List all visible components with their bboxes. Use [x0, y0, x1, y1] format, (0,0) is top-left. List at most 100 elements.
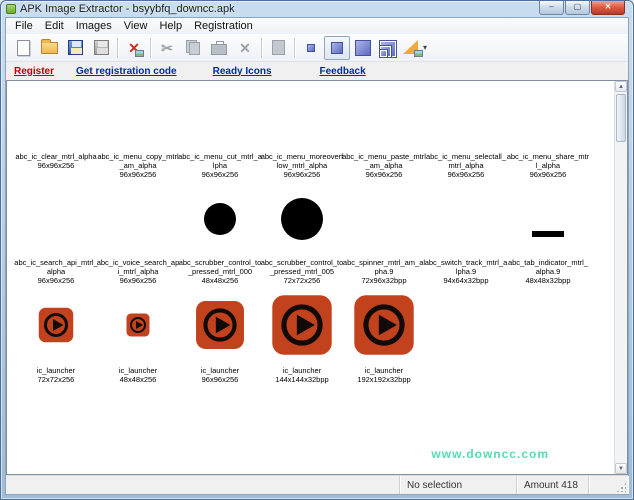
image-item[interactable]: abc_ic_voice_search_api_mtrl_alpha96x96x… — [98, 187, 178, 285]
ruler-settings-button[interactable]: ▾ — [402, 36, 428, 60]
copy-button[interactable] — [180, 36, 206, 60]
title-bar[interactable]: APK Image Extractor - bsyybfq_downcc.apk… — [1, 1, 633, 17]
thumbnail-circle-small — [180, 187, 260, 251]
size-large-button[interactable] — [350, 36, 376, 60]
black-circle-thumbnail — [204, 203, 236, 235]
close-button[interactable]: ✕ — [591, 1, 625, 15]
image-item[interactable]: abc_ic_menu_cut_mtrl_alpha96x96x256 — [180, 97, 260, 179]
image-item[interactable]: ic_launcher72x72x256 — [16, 291, 96, 384]
image-size: 94x64x32bpp — [424, 276, 508, 285]
image-name: abc_spinner_mtrl_am_alpha.9 — [342, 258, 426, 276]
scrollbar-track[interactable] — [615, 92, 627, 463]
scissors-icon: ✂ — [161, 41, 173, 55]
image-item[interactable]: abc_ic_menu_paste_mtrl_am_alpha96x96x256 — [344, 97, 424, 179]
image-size: 96x96x256 — [96, 170, 180, 179]
menu-images[interactable]: Images — [70, 19, 118, 33]
toolbar-separator — [150, 38, 151, 58]
image-name: abc_ic_clear_mtrl_alpha — [14, 152, 98, 161]
thumbnail-blank — [508, 97, 588, 145]
size-all-button[interactable] — [376, 36, 402, 60]
open-file-button[interactable] — [36, 36, 62, 60]
thumbnail-launcher — [16, 291, 96, 359]
image-size: 72x72x256 — [14, 375, 98, 384]
resize-grip[interactable] — [616, 482, 626, 492]
app-icon — [6, 4, 16, 14]
image-item[interactable]: abc_ic_clear_mtrl_alpha96x96x256 — [16, 97, 96, 179]
delete-x-icon: ✕ — [239, 41, 251, 55]
image-item[interactable]: abc_ic_menu_share_mtrl_alpha96x96x256 — [508, 97, 588, 179]
dropdown-arrow-icon[interactable]: ▾ — [423, 43, 427, 52]
image-item[interactable]: abc_ic_search_api_mtrl_alpha96x96x256 — [16, 187, 96, 285]
vertical-scrollbar[interactable]: ▲ ▼ — [614, 81, 627, 474]
stacked-squares-icon — [380, 39, 398, 57]
app-window: APK Image Extractor - bsyybfq_downcc.apk… — [0, 0, 634, 500]
menu-view[interactable]: View — [118, 19, 154, 33]
minimize-button[interactable]: – — [539, 1, 564, 15]
large-square-icon — [355, 40, 371, 56]
thumbnail-blank — [180, 97, 260, 145]
image-size: 96x96x256 — [260, 170, 344, 179]
export-button[interactable] — [265, 36, 291, 60]
thumbnail-blank — [98, 187, 178, 251]
image-size: 96x96x256 — [14, 161, 98, 170]
image-item[interactable]: abc_ic_menu_copy_mtrl_am_alpha96x96x256 — [98, 97, 178, 179]
size-medium-button[interactable] — [324, 36, 350, 60]
image-item[interactable]: abc_ic_menu_selectall_mtrl_alpha96x96x25… — [426, 97, 506, 179]
launcher-play-icon — [195, 300, 245, 350]
thumbnail-blank — [98, 97, 178, 145]
menu-edit[interactable]: Edit — [39, 19, 70, 33]
menu-registration[interactable]: Registration — [188, 19, 259, 33]
thumbnail-blank — [426, 187, 506, 251]
thumbnail-blank — [344, 187, 424, 251]
save-button[interactable] — [62, 36, 88, 60]
image-name: ic_launcher — [14, 366, 98, 375]
save-all-button[interactable] — [88, 36, 114, 60]
image-list-panel: abc_ic_clear_mtrl_alpha96x96x256 abc_ic_… — [6, 80, 628, 475]
image-name: abc_ic_menu_selectall_mtrl_alpha — [424, 152, 508, 170]
image-item[interactable]: abc_ic_menu_moreoverflow_mtrl_alpha96x96… — [262, 97, 342, 179]
window-title: APK Image Extractor - bsyybfq_downcc.apk — [20, 3, 235, 15]
cut-button[interactable]: ✂ — [154, 36, 180, 60]
image-item[interactable]: ic_launcher192x192x32bpp — [344, 291, 424, 384]
image-name: abc_switch_track_mtrl_alpha.9 — [424, 258, 508, 276]
new-file-button[interactable] — [10, 36, 36, 60]
image-item[interactable]: abc_tab_indicator_mtrl_alpha.948x48x32bp… — [508, 187, 588, 285]
image-item[interactable]: ic_launcher96x96x256 — [180, 291, 260, 384]
image-item[interactable]: abc_scrubber_control_to_pressed_mtrl_000… — [180, 187, 260, 285]
image-name: ic_launcher — [260, 366, 344, 375]
image-name: abc_ic_voice_search_api_mtrl_alpha — [96, 258, 180, 276]
image-row: abc_ic_clear_mtrl_alpha96x96x256 abc_ic_… — [15, 97, 613, 179]
image-name: ic_launcher — [178, 366, 262, 375]
image-size: 96x96x256 — [178, 375, 262, 384]
image-name: ic_launcher — [96, 366, 180, 375]
image-size: 96x96x256 — [96, 276, 180, 285]
black-circle-thumbnail — [281, 198, 323, 240]
paste-button[interactable] — [206, 36, 232, 60]
black-bar-thumbnail — [532, 231, 564, 237]
window-controls: – ▢ ✕ — [538, 1, 625, 15]
menu-file[interactable]: File — [9, 19, 39, 33]
feedback-link[interactable]: Feedback — [320, 66, 366, 77]
size-small-button[interactable] — [298, 36, 324, 60]
ready-icons-link[interactable]: Ready Icons — [213, 66, 272, 77]
small-square-icon — [307, 44, 315, 52]
register-link[interactable]: Register — [14, 66, 54, 77]
image-size: 192x192x32bpp — [342, 375, 426, 384]
image-item[interactable]: abc_spinner_mtrl_am_alpha.972x96x32bpp — [344, 187, 424, 285]
image-size: 96x96x256 — [506, 170, 590, 179]
thumbnail-blank — [344, 97, 424, 145]
remove-image-button[interactable]: ✕ — [121, 36, 147, 60]
scroll-down-button[interactable]: ▼ — [615, 463, 627, 474]
scrollbar-thumb[interactable] — [616, 94, 626, 142]
maximize-button[interactable]: ▢ — [565, 1, 590, 15]
image-item[interactable]: abc_scrubber_control_to_pressed_mtrl_005… — [262, 187, 342, 285]
image-item[interactable]: ic_launcher144x144x32bpp — [262, 291, 342, 384]
scroll-up-button[interactable]: ▲ — [615, 81, 627, 92]
status-bar: No selection Amount 418 — [6, 475, 628, 494]
image-item[interactable]: abc_switch_track_mtrl_alpha.994x64x32bpp — [426, 187, 506, 285]
delete-button[interactable]: ✕ — [232, 36, 258, 60]
menu-help[interactable]: Help — [153, 19, 188, 33]
image-item[interactable]: ic_launcher48x48x256 — [98, 291, 178, 384]
image-size: 96x96x256 — [424, 170, 508, 179]
get-registration-code-link[interactable]: Get registration code — [76, 66, 177, 77]
